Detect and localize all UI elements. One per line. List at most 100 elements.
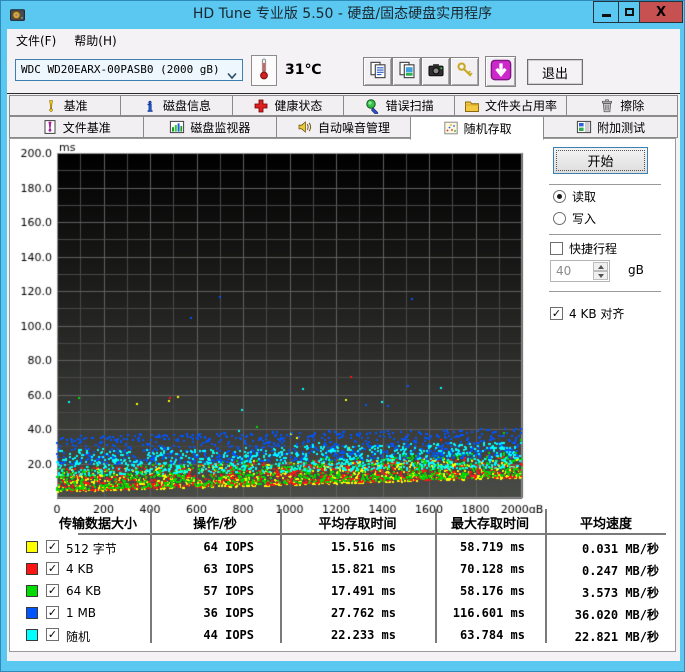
tab-label: 自动噪音管理 (317, 120, 390, 135)
spin-down-button[interactable] (593, 271, 608, 280)
copy-text-icon (369, 61, 387, 83)
quick-stroke-size-value: 40 (556, 264, 572, 278)
erase-icon (599, 98, 615, 114)
tab-disk-info[interactable]: i 磁盘信息 (120, 95, 233, 116)
exit-button[interactable]: 退出 (527, 59, 583, 85)
tab-error-scan[interactable]: 错误扫描 (342, 95, 456, 116)
spin-up-button[interactable] (593, 262, 608, 271)
maximize-icon (624, 8, 634, 16)
series-label: 64 KB (66, 584, 102, 598)
menu-item-file[interactable]: 文件(F) (7, 29, 65, 51)
series-color-swatch (26, 585, 38, 597)
avg-access-time-value: 15.516 ms (330, 540, 396, 554)
tab-disk-monitor[interactable]: 磁盘监视器 (142, 116, 278, 138)
tab-file-benchmark[interactable]: ! 文件基准 (9, 116, 144, 138)
tab-label: 基准 (63, 99, 88, 113)
table-header: 平均存取时间 (318, 517, 397, 532)
tab-label: 错误扫描 (385, 99, 434, 113)
align-4kb-checkbox[interactable]: ✓ 4 KB 对齐 (550, 305, 624, 322)
series-label: 4 KB (66, 562, 94, 576)
copy-text-button[interactable] (363, 57, 392, 86)
series-visible-checkbox[interactable]: ✓ (46, 540, 59, 553)
quick-stroke-label: 快捷行程 (569, 242, 618, 256)
content-panel: 开始 读取 写入 快捷行程 40 gB ✓ 4 KB 对齐 传输数据大小 操作/… (9, 138, 676, 652)
tab-folder-usage[interactable]: 文件夹占用率 (454, 95, 567, 116)
series-label: 1 MB (66, 606, 97, 620)
minimize-icon (601, 13, 611, 17)
minimize-button[interactable] (593, 1, 619, 23)
tab-label: 文件夹占用率 (484, 99, 557, 113)
avg-access-time-value: 22.233 ms (330, 628, 396, 642)
menu-item-help[interactable]: 帮助(H) (65, 29, 125, 51)
folder-usage-icon (464, 98, 480, 114)
temperature-button[interactable] (251, 55, 277, 86)
series-visible-checkbox[interactable]: ✓ (46, 562, 59, 575)
series-visible-checkbox[interactable]: ✓ (46, 628, 59, 641)
camera-icon (427, 61, 445, 83)
max-access-time-value: 70.128 ms (459, 562, 525, 576)
menu-bar: 文件(F) 帮助(H) (7, 29, 680, 51)
series-label: 512 字节 (66, 542, 117, 556)
avg-access-time-value: 27.762 ms (330, 606, 396, 620)
maximize-button[interactable] (619, 1, 640, 23)
quick-stroke-checkbox[interactable]: 快捷行程 (550, 240, 617, 257)
disk-info-icon: i (142, 98, 158, 116)
drive-select-value: WDC WD20EARX-00PASB0 (2000 gB) (21, 63, 220, 76)
health-icon (253, 98, 269, 114)
client-area: 文件(F) 帮助(H) WDC WD20EARX-00PASB0 (2000 gB… (7, 29, 680, 661)
checkbox-icon: ✓ (550, 307, 563, 320)
series-visible-checkbox[interactable]: ✓ (46, 606, 59, 619)
hd-tune-window: HD Tune 专业版 5.50 - 硬盘/固态硬盘实用程序 X 文件(F) 帮助… (0, 0, 685, 672)
license-keys-button[interactable] (450, 57, 479, 86)
read-radio[interactable]: 读取 (553, 188, 596, 205)
drive-select[interactable]: WDC WD20EARX-00PASB0 (2000 gB) (15, 59, 243, 81)
tab-label: 磁盘监视器 (190, 120, 251, 135)
tab-label: 磁盘信息 (162, 99, 211, 113)
screenshot-button[interactable] (421, 57, 450, 86)
tab-health[interactable]: 健康状态 (231, 95, 344, 116)
separator (549, 291, 661, 293)
avg-access-time-value: 15.821 ms (330, 562, 396, 576)
copy-image-button[interactable] (392, 57, 421, 86)
separator (549, 184, 661, 186)
close-button[interactable]: X (640, 1, 683, 23)
table-header: 操作/秒 (193, 517, 237, 532)
benchmark-icon: ! (43, 97, 59, 116)
max-access-time-value: 116.601 ms (452, 606, 525, 620)
tab-benchmark[interactable]: ! 基准 (9, 95, 122, 116)
arrow-up-icon (597, 264, 604, 269)
write-radio-label: 写入 (572, 212, 597, 226)
random-access-chart (14, 141, 548, 513)
svg-text:!: ! (47, 98, 54, 114)
copy-image-icon (398, 61, 416, 83)
series-visible-checkbox[interactable]: ✓ (46, 584, 59, 597)
update-button[interactable] (485, 56, 516, 87)
iops-value: 63 IOPS (203, 562, 254, 576)
tab-aam[interactable]: 自动噪音管理 (276, 116, 411, 138)
header-underline (78, 533, 666, 535)
error-scan-icon (365, 98, 381, 115)
toolbar: WDC WD20EARX-00PASB0 (2000 gB) 31℃ 退出 (7, 51, 680, 94)
start-button[interactable]: 开始 (553, 147, 648, 174)
avg-speed-value: 3.573 MB/秒 (581, 586, 659, 600)
arrow-down-icon (597, 273, 604, 278)
max-access-time-value: 58.719 ms (459, 540, 525, 554)
keys-icon (456, 61, 474, 83)
extra-tests-icon (576, 119, 592, 135)
write-radio[interactable]: 写入 (553, 210, 596, 227)
title-bar[interactable]: HD Tune 专业版 5.50 - 硬盘/固态硬盘实用程序 X (1, 1, 684, 29)
tab-extra-tests[interactable]: 附加测试 (543, 116, 678, 138)
series-color-swatch (26, 629, 38, 641)
aam-icon (297, 119, 313, 135)
quick-stroke-size-input[interactable]: 40 (550, 260, 610, 282)
series-label: 随机 (66, 630, 91, 644)
thermometer-icon (256, 57, 272, 85)
tab-erase[interactable]: 擦除 (565, 95, 678, 116)
separator (549, 234, 661, 236)
series-color-swatch (26, 607, 38, 619)
tab-random-access[interactable]: 随机存取 (409, 116, 545, 140)
series-color-swatch (26, 563, 38, 575)
svg-text:!: ! (47, 121, 53, 136)
read-radio-label: 读取 (572, 190, 597, 204)
tab-label: 文件基准 (62, 120, 111, 135)
